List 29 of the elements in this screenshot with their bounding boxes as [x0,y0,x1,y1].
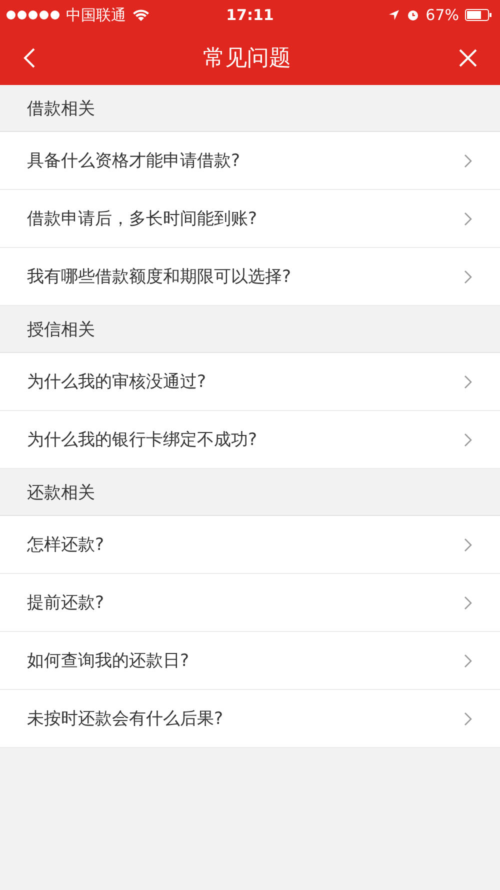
chevron-icon [464,712,472,726]
chevron-icon [464,596,472,610]
chevron-icon [464,374,472,388]
signal-icon [6,10,60,20]
question-item[interactable]: 具备什么资格才能申请借款? [0,132,500,190]
question-item[interactable]: 如何查询我的还款日? [0,632,500,690]
question-item[interactable]: 为什么我的银行卡绑定不成功? [0,411,500,469]
question-item[interactable]: 提前还款? [0,574,500,632]
question-item[interactable]: 未按时还款会有什么后果? [0,690,500,748]
wifi-icon [132,8,150,22]
question-item[interactable]: 借款申请后，多长时间能到账? [0,190,500,248]
back-icon [22,46,36,68]
clock-time: 17:11 [226,6,274,24]
page-title: 常见问题 [203,44,291,72]
carrier-name: 中国联通 [66,6,126,24]
battery-percent: 67% [426,6,459,24]
chevron-icon [464,270,472,284]
close-icon [458,48,478,68]
question-item[interactable]: 为什么我的审核没通过? [0,353,500,411]
chevron-icon [464,212,472,226]
question-item[interactable]: 我有哪些借款额度和期限可以选择? [0,248,500,306]
question-item[interactable]: 怎样还款? [0,516,500,574]
chevron-icon [464,654,472,668]
battery-icon [465,9,492,21]
chevron-icon [464,154,472,168]
alarm-icon [406,8,420,22]
chevron-icon [464,432,472,446]
chevron-icon [464,538,472,552]
location-icon [388,9,400,21]
